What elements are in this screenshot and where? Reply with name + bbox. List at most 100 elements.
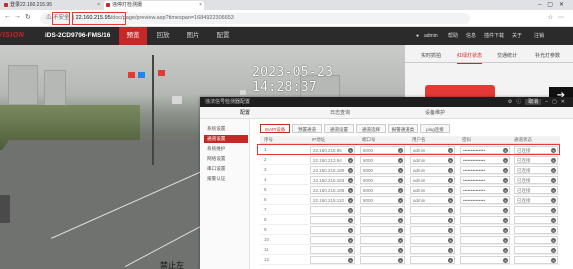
cell-ip-field[interactable]: 22.160.215.183 × bbox=[310, 176, 355, 184]
cell-port-field[interactable]: 8000 × bbox=[360, 196, 405, 204]
clear-icon[interactable]: × bbox=[348, 208, 353, 213]
sidebar-item-alarm[interactable]: 报警认证 bbox=[204, 175, 248, 183]
clear-icon[interactable]: × bbox=[398, 208, 403, 213]
tab-light-status[interactable]: 红绿灯状态 bbox=[457, 49, 483, 64]
back-icon[interactable]: ← bbox=[4, 13, 11, 20]
cell-user-field[interactable]: × bbox=[410, 216, 455, 224]
clear-icon[interactable]: × bbox=[503, 168, 508, 173]
clear-icon[interactable]: × bbox=[398, 258, 403, 263]
subtab-channel-settings[interactable]: 通道设置 bbox=[324, 124, 354, 133]
cell-user-field[interactable]: admin × bbox=[410, 166, 455, 174]
clear-icon[interactable]: × bbox=[503, 238, 508, 243]
clear-icon[interactable]: × bbox=[348, 178, 353, 183]
clear-icon[interactable]: × bbox=[551, 178, 556, 183]
clear-icon[interactable]: × bbox=[551, 228, 556, 233]
close-tab-icon[interactable]: × bbox=[97, 1, 100, 10]
sidebar-item-network[interactable]: 网络设置 bbox=[204, 155, 248, 163]
clear-icon[interactable]: × bbox=[448, 238, 453, 243]
clear-icon[interactable]: × bbox=[503, 178, 508, 183]
cell-pwd-field[interactable]: × bbox=[460, 236, 510, 244]
menu-pictures[interactable]: 图片 bbox=[179, 27, 207, 45]
cell-pwd-field[interactable]: × bbox=[460, 216, 510, 224]
cell-user-field[interactable]: admin × bbox=[410, 196, 455, 204]
browser-tab-login[interactable]: 登录22.160.215.95 × bbox=[2, 1, 102, 10]
cell-ip-field[interactable]: 22.160.215.180 × bbox=[310, 166, 355, 174]
menu-preview[interactable]: 预览 bbox=[119, 27, 147, 45]
cell-port-field[interactable]: × bbox=[360, 226, 405, 234]
clear-icon[interactable]: × bbox=[448, 258, 453, 263]
cell-port-field[interactable]: 8000 × bbox=[360, 166, 405, 174]
clear-icon[interactable]: × bbox=[448, 158, 453, 163]
clear-icon[interactable]: × bbox=[503, 188, 508, 193]
subtab-channel-select[interactable]: 通道选择 bbox=[356, 124, 386, 133]
clear-icon[interactable]: × bbox=[398, 228, 403, 233]
menu-config[interactable]: 配置 bbox=[209, 27, 237, 45]
browser-tab-active[interactable]: 违停灯检测摄 × bbox=[104, 1, 204, 10]
clear-icon[interactable]: × bbox=[348, 158, 353, 163]
cell-user-field[interactable]: × bbox=[410, 256, 455, 264]
cell-ip-field[interactable]: × bbox=[310, 256, 355, 264]
cell-port-field[interactable]: 8000 × bbox=[360, 186, 405, 194]
tab-live-capture[interactable]: 实时抓拍 bbox=[421, 49, 441, 63]
maximize-icon[interactable]: ▢ bbox=[552, 99, 561, 105]
cell-port-field[interactable]: × bbox=[360, 246, 405, 254]
browser-toolbar-icons[interactable]: ☆⋯ bbox=[548, 14, 569, 21]
clear-icon[interactable]: × bbox=[551, 238, 556, 243]
subtab-ping[interactable]: ping连接 bbox=[420, 124, 450, 133]
refresh-icon[interactable]: ↻ bbox=[25, 13, 31, 21]
sidebar-item-channel[interactable]: 通道设置 bbox=[204, 135, 248, 143]
sidebar-item-serial[interactable]: 串口设置 bbox=[204, 165, 248, 173]
cell-pwd-field[interactable]: × bbox=[460, 256, 510, 264]
cell-user-field[interactable]: admin × bbox=[410, 176, 455, 184]
clear-icon[interactable]: × bbox=[448, 198, 453, 203]
clear-icon[interactable]: × bbox=[398, 168, 403, 173]
cell-port-field[interactable]: 8000 × bbox=[360, 176, 405, 184]
clear-icon[interactable]: × bbox=[348, 188, 353, 193]
cell-ip-field[interactable]: × bbox=[310, 206, 355, 214]
cell-ip-field[interactable]: × bbox=[310, 246, 355, 254]
clear-icon[interactable]: × bbox=[448, 188, 453, 193]
clear-icon[interactable]: × bbox=[348, 228, 353, 233]
cell-pwd-field[interactable]: •••••••••••••• × bbox=[460, 196, 510, 204]
cell-pwd-field[interactable]: × bbox=[460, 246, 510, 254]
clear-icon[interactable]: × bbox=[551, 258, 556, 263]
tab-log-query[interactable]: 日志查询 bbox=[330, 107, 350, 119]
cell-user-field[interactable]: admin × bbox=[410, 156, 455, 164]
cell-port-field[interactable]: × bbox=[360, 206, 405, 214]
clear-icon[interactable]: × bbox=[448, 208, 453, 213]
clear-icon[interactable]: × bbox=[348, 258, 353, 263]
cell-ip-field[interactable]: 22.160.215.185 × bbox=[310, 186, 355, 194]
clear-icon[interactable]: × bbox=[398, 158, 403, 163]
clear-icon[interactable]: × bbox=[398, 178, 403, 183]
cell-pwd-field[interactable]: •••••••••••••• × bbox=[460, 156, 510, 164]
cell-user-field[interactable]: × bbox=[410, 206, 455, 214]
subtab-isapi[interactable]: ISAPI设备 bbox=[260, 124, 290, 133]
clear-icon[interactable]: × bbox=[503, 218, 508, 223]
clear-icon[interactable]: × bbox=[398, 238, 403, 243]
clear-icon[interactable]: × bbox=[348, 198, 353, 203]
cell-ip-field[interactable]: × bbox=[310, 226, 355, 234]
cell-user-field[interactable]: admin × bbox=[410, 186, 455, 194]
tab-device-maintenance[interactable]: 设备维护 bbox=[425, 107, 445, 119]
forward-icon[interactable]: → bbox=[14, 13, 21, 20]
cell-port-field[interactable]: 8000 × bbox=[360, 156, 405, 164]
tab-fill-light[interactable]: 补光灯参数 bbox=[535, 49, 560, 63]
sidebar-item-system[interactable]: 系统设置 bbox=[204, 125, 248, 133]
clear-icon[interactable]: × bbox=[348, 238, 353, 243]
cell-pwd-field[interactable]: •••••••••••••• × bbox=[460, 166, 510, 174]
window-controls[interactable]: –▢✕ bbox=[538, 0, 570, 10]
dialog-controls[interactable]: ⚙ⓘ 取消 –▢✕ bbox=[508, 97, 569, 107]
cell-ip-field[interactable]: × bbox=[310, 216, 355, 224]
clear-icon[interactable]: × bbox=[551, 208, 556, 213]
cell-ip-field[interactable]: 22.160.213.94 × bbox=[310, 156, 355, 164]
subtab-alarm-channel[interactable]: 报警通道类 bbox=[388, 124, 418, 133]
info-link[interactable]: 信息 bbox=[466, 27, 476, 45]
clear-icon[interactable]: × bbox=[348, 168, 353, 173]
clear-icon[interactable]: × bbox=[503, 228, 508, 233]
clear-icon[interactable]: × bbox=[398, 198, 403, 203]
cell-port-field[interactable]: × bbox=[360, 216, 405, 224]
cell-pwd-field[interactable]: •••••••••••••• × bbox=[460, 186, 510, 194]
clear-icon[interactable]: × bbox=[551, 168, 556, 173]
clear-icon[interactable]: × bbox=[398, 188, 403, 193]
clear-icon[interactable]: × bbox=[551, 158, 556, 163]
